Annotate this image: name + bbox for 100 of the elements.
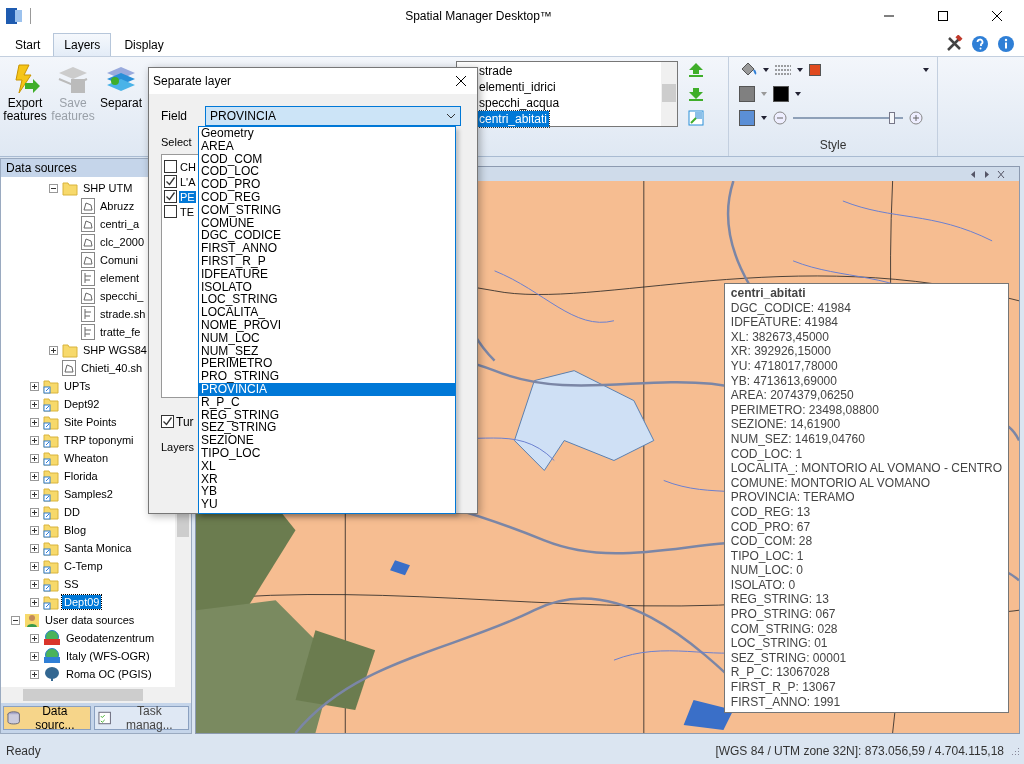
dropdown-option[interactable]: LOC_STRING [199,293,455,307]
caret-icon[interactable] [795,92,801,96]
dropdown-option[interactable]: REG_STRING [199,408,455,422]
caret-icon[interactable] [763,68,769,72]
tree-item[interactable]: strade.sh [98,307,148,321]
tree-item[interactable]: centri_a [98,217,142,231]
tree-item[interactable]: SHP WGS84 [81,343,149,357]
checkbox[interactable] [164,205,177,218]
tree-item[interactable]: specchi_ [98,289,146,303]
caret-icon[interactable] [761,116,767,120]
expander-icon[interactable] [30,669,40,679]
right-arrow-icon[interactable] [983,169,991,179]
dropdown-option[interactable]: IDFEATURE [199,267,455,281]
expander-icon[interactable] [30,381,40,391]
dropdown-option[interactable]: ISOLATO [199,280,455,294]
panel-tab[interactable]: Data sourc... [3,706,92,730]
expander-icon[interactable] [30,489,40,499]
tree-item[interactable]: C-Temp [62,559,105,573]
layer-item[interactable]: specchi_acqua [477,95,562,111]
checkbox[interactable] [164,175,177,188]
slider-thumb[interactable] [889,112,895,124]
tree-item[interactable]: DD [62,505,82,519]
color-swatch[interactable] [739,110,755,126]
ribbon-tab[interactable]: Start [4,33,52,56]
checkbox[interactable] [164,160,177,173]
tree-item[interactable]: tratte_fe [98,325,143,339]
expander-icon[interactable] [30,579,40,589]
info-icon[interactable] [997,35,1015,53]
tree-item[interactable]: Chieti_40.sh [79,361,145,375]
expander-icon[interactable] [30,543,40,553]
tree-item[interactable]: Florida [62,469,100,483]
ribbon-tab[interactable]: Display [113,33,175,56]
tree-item[interactable]: Site Points [62,415,119,429]
dropdown-option[interactable]: NUM_SEZ [199,344,455,358]
dropdown-option[interactable]: COD_PRO [199,178,455,191]
help-icon[interactable] [971,35,989,53]
dropdown-option[interactable]: PERIMETRO [199,357,455,371]
dropdown-option[interactable]: LOCALITA_ [199,306,455,319]
value-item[interactable]: TE [179,205,196,218]
dropdown-option[interactable]: PROVINCIA [199,382,455,396]
maximize-icon[interactable] [937,10,949,22]
tree-item[interactable]: SHP UTM [81,181,135,195]
dropdown-option[interactable]: DGC_CODICE [199,229,455,243]
tree-item[interactable]: element [98,271,142,285]
caret-icon[interactable] [923,68,929,72]
dropdown-option[interactable]: Geometry [199,127,455,140]
tree-item[interactable]: Dept92 [62,397,102,411]
color-swatch[interactable] [739,86,755,102]
expander-icon[interactable] [30,633,40,643]
tools-icon[interactable] [945,35,963,53]
tree-item[interactable]: Abruzz [98,199,137,213]
dropdown-option[interactable]: R_P_C [199,395,455,409]
ribbon-button[interactable]: Export features [2,61,48,125]
tree-item[interactable]: clc_2000 [98,235,147,249]
dropdown-option[interactable]: COD_REG [199,191,455,204]
dropdown-option[interactable]: TIPO_LOC [199,446,455,460]
close-icon[interactable] [991,10,1003,22]
dropdown-option[interactable]: COD_COM [199,152,455,166]
dropdown-option[interactable]: AREA [199,139,455,153]
tree-item[interactable]: User data sources [43,613,137,627]
tree-item[interactable]: SS [62,577,81,591]
value-item[interactable]: L'A [179,175,197,188]
tree-item[interactable]: UPTs [62,379,93,393]
dropdown-option[interactable]: YB [199,485,455,499]
ribbon-tab[interactable]: Layers [53,33,112,56]
dropdown-option[interactable]: COD_LOC [199,165,455,179]
tree-item[interactable]: Dept09 [62,595,102,609]
expander-icon[interactable] [30,561,40,571]
expander-icon[interactable] [30,597,40,607]
dropdown-option[interactable]: PRO_STRING [199,370,455,383]
expander-icon[interactable] [30,417,40,427]
left-arrow-icon[interactable] [969,169,977,179]
checkbox[interactable] [164,190,177,203]
close-icon[interactable] [455,75,467,87]
resize-grip-icon[interactable] [1010,746,1020,756]
ribbon-button[interactable]: Separat [98,61,144,112]
dropdown-option[interactable]: NUM_LOC [199,331,455,345]
tree-item[interactable]: Santa Monica [62,541,134,555]
value-item[interactable]: PE [179,190,196,203]
list-scrollbar[interactable] [661,62,677,126]
layer-item[interactable]: centri_abitati [477,111,550,127]
line-style-icon[interactable] [775,64,791,76]
layer-item[interactable]: elementi_idrici [477,79,558,95]
expander-icon[interactable] [30,471,40,481]
layer-item[interactable]: strade [477,63,515,79]
expander-icon[interactable] [49,183,59,193]
expander-icon[interactable] [30,525,40,535]
expander-icon[interactable] [30,651,40,661]
tree-item[interactable]: Roma OC (PGIS) [64,667,154,681]
expander-icon[interactable] [30,453,40,463]
field-dropdown[interactable]: PROVINCIA [205,106,461,126]
checkbox[interactable] [161,415,174,428]
dropdown-option[interactable]: XL [199,459,455,473]
dropdown-option[interactable]: NOME_PROVI [199,318,455,332]
expander-icon[interactable] [49,345,59,355]
tree-item[interactable]: Italy (WFS-OGR) [64,649,152,663]
dropdown-option[interactable]: COMUNE [199,216,455,230]
color-swatch[interactable] [773,86,789,102]
move-down-icon[interactable] [688,86,704,102]
horizontal-scrollbar[interactable] [1,687,191,703]
